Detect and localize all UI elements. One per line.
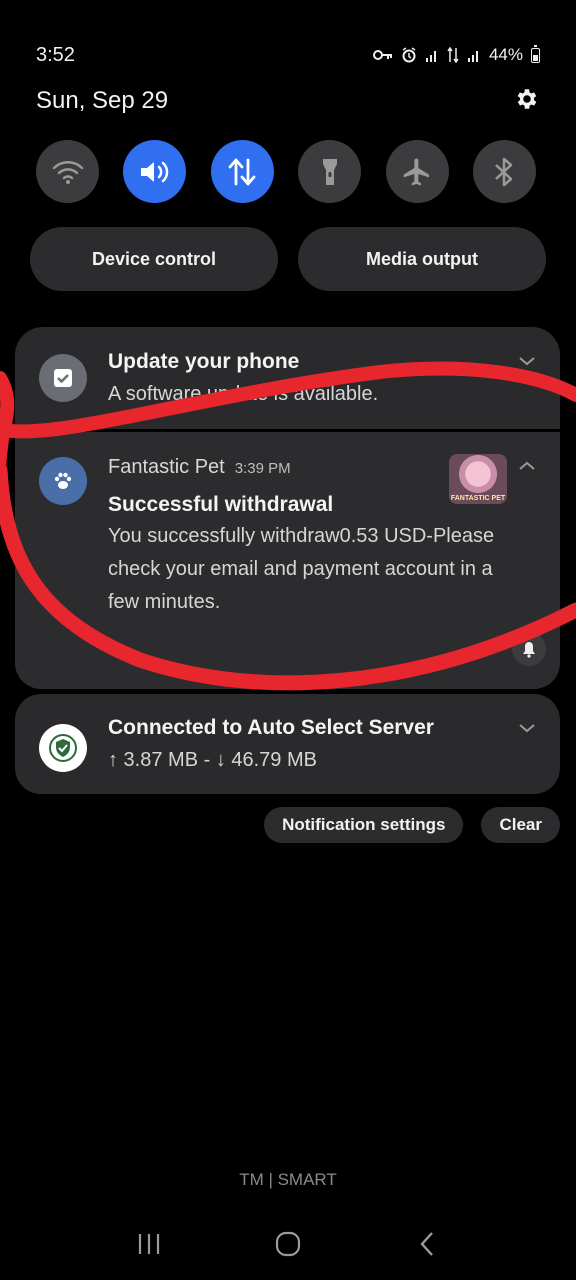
update-text: A software update is available. [108, 383, 379, 405]
signal-icon-2 [467, 48, 481, 62]
vpn-notification-group: Connected to Auto Select Server ↑ 3.87 M… [15, 694, 560, 794]
status-time: 3:52 [36, 43, 75, 66]
notification-fantastic-pet[interactable]: Fantastic Pet 3:39 PM Successful withdraw… [15, 432, 560, 689]
alarm-icon [401, 47, 417, 63]
chevron-down-icon[interactable] [518, 722, 536, 734]
update-title: Update your phone [108, 350, 300, 373]
pet-app-header: Fantastic Pet 3:39 PM [108, 456, 291, 479]
chevron-down-icon[interactable] [518, 355, 536, 367]
vpn-key-icon [372, 49, 393, 61]
signal-icon-1 [425, 48, 439, 62]
airplane-icon [403, 158, 430, 185]
pet-time: 3:39 PM [234, 460, 291, 477]
pet-thumbnail: FANTASTIC PET [449, 454, 507, 504]
recent-apps-button[interactable] [119, 1222, 179, 1266]
home-icon [275, 1231, 301, 1257]
back-button[interactable] [397, 1222, 457, 1266]
notification-settings-button[interactable]: Notification settings [264, 807, 464, 843]
carrier-label: TM | SMART [239, 1170, 337, 1189]
back-icon [420, 1232, 433, 1256]
media-output-button[interactable]: Media output [298, 227, 546, 291]
bluetooth-icon [495, 157, 513, 186]
flashlight-toggle[interactable] [298, 140, 362, 203]
vpn-text: ↑ 3.87 MB - ↓ 46.79 MB [108, 749, 317, 771]
vpn-title: Connected to Auto Select Server [108, 716, 434, 739]
airplane-mode-toggle[interactable] [385, 140, 449, 203]
clear-button[interactable]: Clear [481, 807, 560, 843]
data-arrows-icon [228, 158, 256, 185]
sound-toggle[interactable] [123, 140, 187, 203]
quick-settings [36, 140, 536, 203]
software-update-icon [39, 354, 87, 402]
snooze-button[interactable] [512, 632, 546, 666]
speaker-icon [140, 161, 169, 182]
device-control-button[interactable]: Device control [30, 227, 278, 291]
pet-body: You successfully withdraw0.53 USD-Please… [108, 525, 495, 613]
home-button[interactable] [258, 1222, 318, 1266]
date: Sun, Sep 29 [36, 87, 169, 114]
vpn-shield-icon [39, 724, 87, 772]
wifi-toggle[interactable] [36, 140, 99, 203]
mobile-data-toggle[interactable] [210, 140, 274, 203]
paw-icon [39, 457, 87, 505]
navigation-bar [0, 1222, 576, 1266]
battery-percent: 44% [488, 45, 523, 64]
pet-title: Successful withdrawal [108, 493, 334, 516]
pet-thumb-text: FANTASTIC PET [450, 495, 506, 502]
flashlight-icon [322, 158, 337, 185]
notification-update[interactable]: Update your phone A software update is a… [15, 327, 560, 429]
control-pills: Device control Media output [30, 227, 546, 291]
snooze-bell-icon [523, 642, 535, 658]
date-row: Sun, Sep 29 [36, 84, 540, 118]
wifi-icon [52, 160, 83, 184]
data-transfer-icon [447, 47, 459, 63]
chevron-up-icon[interactable] [518, 460, 536, 472]
battery-icon [531, 44, 540, 63]
notification-group: Update your phone A software update is a… [15, 327, 560, 689]
settings-gear-icon[interactable] [514, 86, 540, 117]
notification-actions: Notification settings Clear [264, 807, 560, 843]
notification-vpn[interactable]: Connected to Auto Select Server ↑ 3.87 M… [15, 694, 560, 794]
bluetooth-toggle[interactable] [472, 140, 536, 203]
recent-apps-icon [139, 1234, 160, 1254]
status-icons: 44% [372, 44, 540, 65]
pet-app-name: Fantastic Pet [108, 456, 225, 478]
status-bar: 3:52 44% [36, 40, 540, 70]
